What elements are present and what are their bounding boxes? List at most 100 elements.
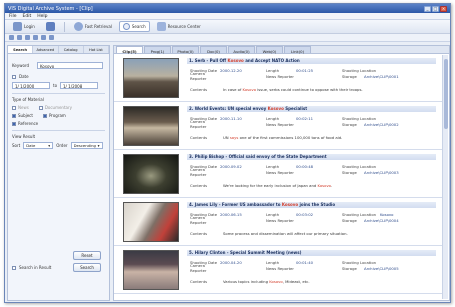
app-window: VIS Digital Archive System - [Clip] _ □ … <box>4 3 451 303</box>
minimize-button[interactable]: _ <box>424 5 431 12</box>
contents-text: Various topics including Kosovo, Mideast… <box>223 279 310 284</box>
order-value: Descending <box>73 143 96 148</box>
result-title[interactable]: 2. World Events: UN special envoy Kosovo… <box>187 106 436 112</box>
menu-file[interactable]: File <box>9 14 17 19</box>
result-item[interactable]: 3. Philip Bishop - Official said envoy o… <box>114 150 442 198</box>
menu-help[interactable]: Help <box>37 14 47 19</box>
storage-value: Archive\CLIP\0005 <box>364 265 399 271</box>
menu-bar: File Edit Help <box>5 13 450 20</box>
tab-web[interactable]: Web(0) <box>256 46 283 54</box>
toolbar-resource-label: Resource Center <box>167 24 201 29</box>
toolbar-search-label: Search <box>131 24 146 29</box>
date-to-field[interactable]: 1/ 1/2008 <box>60 82 99 89</box>
program-checkbox[interactable] <box>42 113 47 118</box>
result-item[interactable]: 1. Serb - Pull Off Kosovo and Accept NAT… <box>114 54 442 102</box>
view-result-group: View Result Sort Date ▾ Order Descending… <box>12 130 105 149</box>
search-panel-tabs: Search Advanced Catalog Hot List <box>8 46 109 54</box>
length-value: 00:00:48 <box>296 163 314 169</box>
storage-value: Archive\CLIP\0003 <box>364 169 399 175</box>
subject-label: Subject <box>18 113 33 118</box>
stop-icon[interactable] <box>25 35 30 40</box>
news-reporter-label: News Reporter <box>266 121 294 127</box>
chevron-down-icon: ▾ <box>48 143 51 148</box>
tab-clip[interactable]: Clip(5) <box>116 46 143 54</box>
search-in-result-checkbox[interactable] <box>12 265 16 270</box>
toolbar-separator <box>63 21 65 32</box>
print-icon[interactable] <box>49 35 54 40</box>
length-value: 00:02:11 <box>296 115 314 121</box>
reference-checkbox[interactable] <box>12 121 16 126</box>
tab-advanced[interactable]: Advanced <box>33 46 59 53</box>
home-icon[interactable] <box>41 35 46 40</box>
length-label: Length <box>266 67 280 73</box>
toolbar-resource-center-button[interactable]: Resource Center <box>153 21 205 32</box>
toolbar-login-label: Login <box>24 24 35 29</box>
menu-edit[interactable]: Edit <box>23 14 32 19</box>
shooting-location-label: Shooting Location <box>342 211 377 217</box>
result-item[interactable]: 4. James Lily - Former US ambassador to … <box>114 198 442 246</box>
contents-text: We're looking for the early inclusion of… <box>223 183 333 188</box>
order-select[interactable]: Descending ▾ <box>70 142 103 149</box>
result-title[interactable]: 4. James Lily - Former US ambassador to … <box>187 202 436 208</box>
storage-value: Archive\CLIP\0001 <box>364 73 399 79</box>
clip-thumbnail[interactable] <box>123 250 179 290</box>
contents-label: Contents <box>190 183 208 188</box>
news-reporter-label: News Reporter <box>266 73 294 79</box>
storage-label: Storage <box>342 73 357 79</box>
back-icon[interactable] <box>9 35 14 40</box>
search-button[interactable]: Search <box>73 263 101 272</box>
result-number: 4 <box>189 202 192 207</box>
camera-reporter-label: Camera Reporter <box>190 263 207 273</box>
keyword-input[interactable]: Kosovo <box>37 62 103 69</box>
result-number: 3 <box>189 154 192 159</box>
result-contents: Contents UN says one of the first commis… <box>190 135 436 140</box>
documentary-label: Documentary <box>44 105 72 110</box>
scrollbar-thumb[interactable] <box>444 59 448 129</box>
tab-hot-list[interactable]: Hot List <box>84 46 109 53</box>
close-button[interactable]: × <box>440 5 447 12</box>
toolbar-fast-retrieval-button[interactable]: Fast Retrieval <box>70 21 116 32</box>
clip-thumbnail[interactable] <box>123 106 179 146</box>
date-from-field[interactable]: 1/ 1/2000 <box>12 82 50 89</box>
documentary-checkbox[interactable] <box>38 105 43 110</box>
storage-label: Storage <box>342 217 357 223</box>
toolbar-login-button[interactable]: Login <box>9 21 39 32</box>
tab-search[interactable]: Search <box>8 46 34 53</box>
results-panel: Clip(5) Prog(1) Photo(0) Doc(0) Audio(0)… <box>113 45 450 301</box>
forward-icon[interactable] <box>17 35 22 40</box>
subject-checkbox[interactable] <box>12 113 16 118</box>
search-icon <box>122 23 130 30</box>
refresh-icon[interactable] <box>33 35 38 40</box>
tab-prog[interactable]: Prog(1) <box>144 46 171 54</box>
tab-catalog[interactable]: Catalog <box>59 46 84 53</box>
storage-label: Storage <box>342 121 357 127</box>
maximize-button[interactable]: □ <box>432 5 439 12</box>
result-item[interactable]: 5. Hilary Clinton - Special Summit Meeti… <box>114 246 442 294</box>
result-title[interactable]: 1. Serb - Pull Off Kosovo and Accept NAT… <box>187 58 436 64</box>
login-icon <box>13 22 22 31</box>
result-contents: Contents Some process and dissemination … <box>190 231 436 236</box>
tab-link[interactable]: Link(0) <box>284 46 311 54</box>
clip-thumbnail[interactable] <box>123 154 179 194</box>
date-checkbox[interactable] <box>12 74 16 79</box>
nav-bar <box>5 34 450 42</box>
clip-thumbnail[interactable] <box>123 58 179 98</box>
tab-doc[interactable]: Doc(0) <box>200 46 227 54</box>
toolbar-search-button[interactable]: Search <box>118 21 150 32</box>
tab-photo[interactable]: Photo(0) <box>172 46 199 54</box>
results-scrollbar[interactable] <box>442 55 448 299</box>
news-checkbox[interactable] <box>12 105 16 110</box>
result-title[interactable]: 3. Philip Bishop - Official said envoy o… <box>187 154 436 160</box>
contents-label: Contents <box>190 231 208 236</box>
search-in-result-label: Search in Result <box>19 265 52 270</box>
clip-thumbnail[interactable] <box>123 202 179 242</box>
result-item[interactable]: 2. World Events: UN special envoy Kosovo… <box>114 102 442 150</box>
shooting-date-value: 2000.12.20 <box>220 67 242 73</box>
reset-button[interactable]: Reset <box>73 251 101 260</box>
length-value: 00:01:25 <box>296 67 314 73</box>
news-reporter-label: News Reporter <box>266 265 294 271</box>
toolbar-import-button[interactable] <box>42 21 59 32</box>
result-title[interactable]: 5. Hilary Clinton - Special Summit Meeti… <box>187 250 436 256</box>
sort-select[interactable]: Date ▾ <box>23 142 54 149</box>
tab-audio[interactable]: Audio(0) <box>228 46 255 54</box>
